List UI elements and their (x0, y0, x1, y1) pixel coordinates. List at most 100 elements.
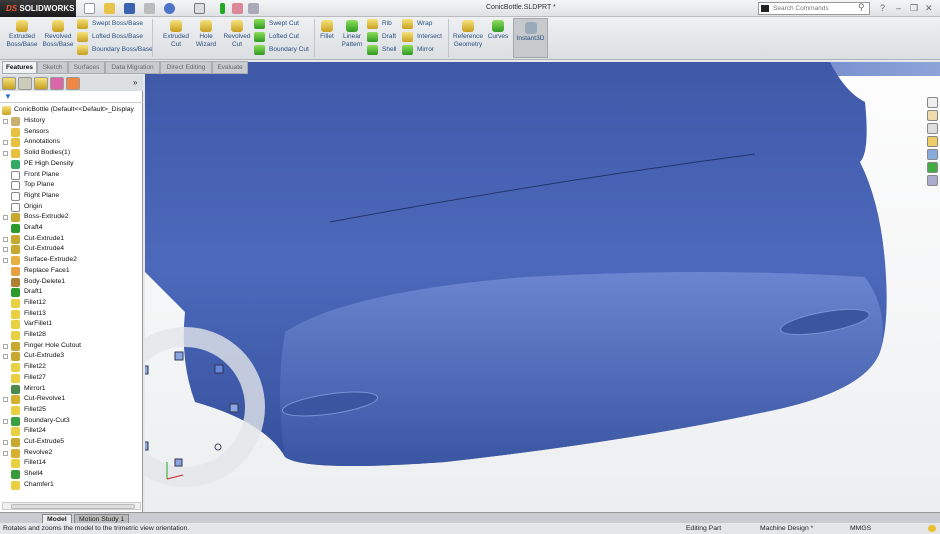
search-commands-input[interactable]: Search Commands (758, 2, 870, 15)
extruded-cut-button[interactable]: Extruded Cut (156, 17, 196, 49)
dimxpert-tab[interactable] (50, 77, 64, 90)
expand-icon[interactable] (3, 397, 8, 403)
design-library-icon[interactable] (927, 110, 938, 121)
extrude-icon (11, 245, 20, 255)
expand-icon[interactable] (3, 215, 8, 221)
expand-icon[interactable] (3, 418, 8, 424)
wrap-button[interactable]: Wrap (402, 18, 432, 30)
shell-button[interactable]: Shell (367, 44, 396, 56)
expand-icon[interactable] (3, 440, 8, 445)
units-selector[interactable]: MMGS (850, 523, 871, 534)
resources-icon[interactable] (927, 97, 938, 108)
select-icon[interactable] (194, 3, 205, 14)
annotation-icon (11, 138, 20, 148)
tab-features[interactable]: Features (2, 61, 37, 74)
draft-icon (11, 288, 20, 298)
file-explorer-icon[interactable] (927, 123, 938, 134)
linear-pattern-button[interactable]: Linear Pattern (338, 17, 366, 49)
instant3d-icon (524, 22, 537, 34)
reference-geometry-button[interactable]: Reference Geometry (450, 17, 486, 49)
rebuild-icon[interactable] (220, 3, 225, 14)
restore-icon[interactable]: ❐ (910, 3, 918, 14)
new-document-icon[interactable] (84, 3, 95, 14)
revolved-boss-button[interactable]: Revolved Boss/Base (40, 17, 76, 49)
configuration-manager-tab[interactable] (34, 77, 48, 90)
hole-wizard-button[interactable]: Hole Wizard (191, 17, 221, 49)
lofted-cut-button[interactable]: Lofted Cut (254, 31, 299, 43)
rebuild-status-icon[interactable] (928, 525, 936, 532)
tree-item-label: Replace Face1 (24, 266, 70, 274)
draft-button[interactable]: Draft (367, 31, 396, 43)
tree-item-label: Fillet14 (24, 459, 46, 467)
search-icon[interactable]: ⚲ (858, 2, 865, 13)
fillet-icon (11, 373, 20, 383)
tree-item-label: Sensors (24, 127, 49, 135)
tree-item-label: Chamfer1 (24, 480, 54, 488)
property-manager-tab[interactable] (18, 77, 32, 90)
mirror-icon (402, 45, 413, 55)
boundary-cut-button[interactable]: Boundary Cut (254, 44, 309, 56)
swept-boss-button[interactable]: Swept Boss/Base (77, 18, 143, 30)
file-properties-icon[interactable] (232, 3, 243, 14)
help-icon[interactable]: ? (880, 3, 885, 13)
instant3d-button[interactable]: Instant3D (513, 18, 548, 58)
expand-icon[interactable] (3, 247, 8, 253)
lofted-boss-button[interactable]: Lofted Boss/Base (77, 31, 143, 43)
expand-icon[interactable] (3, 450, 8, 456)
sensor-icon (11, 127, 20, 137)
fillet-icon (11, 309, 20, 319)
filter-bar[interactable]: ▼ (0, 92, 143, 103)
extruded-boss-button[interactable]: Extruded Boss/Base (2, 17, 42, 49)
expand-icon[interactable] (3, 140, 8, 146)
feature-manager-tab[interactable] (2, 77, 16, 90)
command-manager: Extruded Boss/Base Revolved Boss/Base Swep… (0, 17, 940, 60)
tree-item-label: Fillet22 (24, 363, 46, 371)
panel-tabs: » (0, 75, 143, 91)
intersect-button[interactable]: Intersect (402, 31, 442, 43)
expand-icon[interactable] (3, 236, 8, 242)
appearances-icon[interactable] (927, 162, 938, 173)
document-title: ConicBottle.SLDPRT * (486, 4, 556, 11)
search-folder-icon[interactable] (927, 136, 938, 147)
tab-direct-editing[interactable]: Direct Editing (160, 61, 212, 74)
graphics-area[interactable] (145, 62, 940, 512)
tab-surfaces[interactable]: Surfaces (68, 61, 105, 74)
boundary-icon (11, 416, 20, 426)
bottle-model[interactable] (145, 62, 940, 512)
mirror-button[interactable]: Mirror (402, 44, 434, 56)
expand-icon[interactable] (3, 119, 8, 124)
expand-icon[interactable] (3, 354, 8, 360)
expand-icon[interactable] (3, 151, 8, 157)
view-palette-icon[interactable] (927, 149, 938, 160)
tab-data-migration[interactable]: Data Migration (105, 61, 160, 74)
close-icon[interactable]: ✕ (925, 3, 933, 14)
display-manager-tab[interactable] (66, 77, 80, 90)
configuration-status[interactable]: Machine Design * (760, 523, 813, 534)
expand-panel-icon[interactable]: » (133, 78, 137, 87)
filter-icon[interactable]: ▼ (4, 92, 12, 101)
print-icon[interactable] (144, 3, 155, 14)
plane-icon (11, 170, 20, 180)
boundary-boss-button[interactable]: Boundary Boss/Base (77, 44, 153, 56)
expand-icon[interactable] (3, 343, 8, 349)
swept-cut-button[interactable]: Swept Cut (254, 18, 299, 30)
fillet-icon (11, 427, 20, 437)
tab-sketch[interactable]: Sketch (37, 61, 68, 74)
open-icon[interactable] (104, 3, 115, 14)
save-icon[interactable] (124, 3, 135, 14)
options-icon[interactable] (248, 3, 259, 14)
fillet-button[interactable]: Fillet (316, 17, 338, 41)
tab-evaluate[interactable]: Evaluate (212, 61, 248, 74)
solidworks-logo[interactable]: DS SOLIDWORKS (0, 0, 76, 17)
revolved-cut-button[interactable]: Revolved Cut (220, 17, 254, 49)
minimize-icon[interactable]: – (896, 3, 901, 13)
curves-button[interactable]: Curves (484, 17, 512, 41)
horizontal-scrollbar[interactable] (2, 502, 141, 510)
rib-button[interactable]: Rib (367, 18, 392, 30)
tree-item-label: Solid Bodies(1) (24, 149, 71, 157)
custom-properties-icon[interactable] (927, 175, 938, 186)
undo-icon[interactable] (164, 3, 175, 14)
expand-icon[interactable] (3, 258, 8, 264)
tree-item-label: History (24, 117, 46, 124)
scroll-thumb[interactable] (11, 504, 135, 509)
